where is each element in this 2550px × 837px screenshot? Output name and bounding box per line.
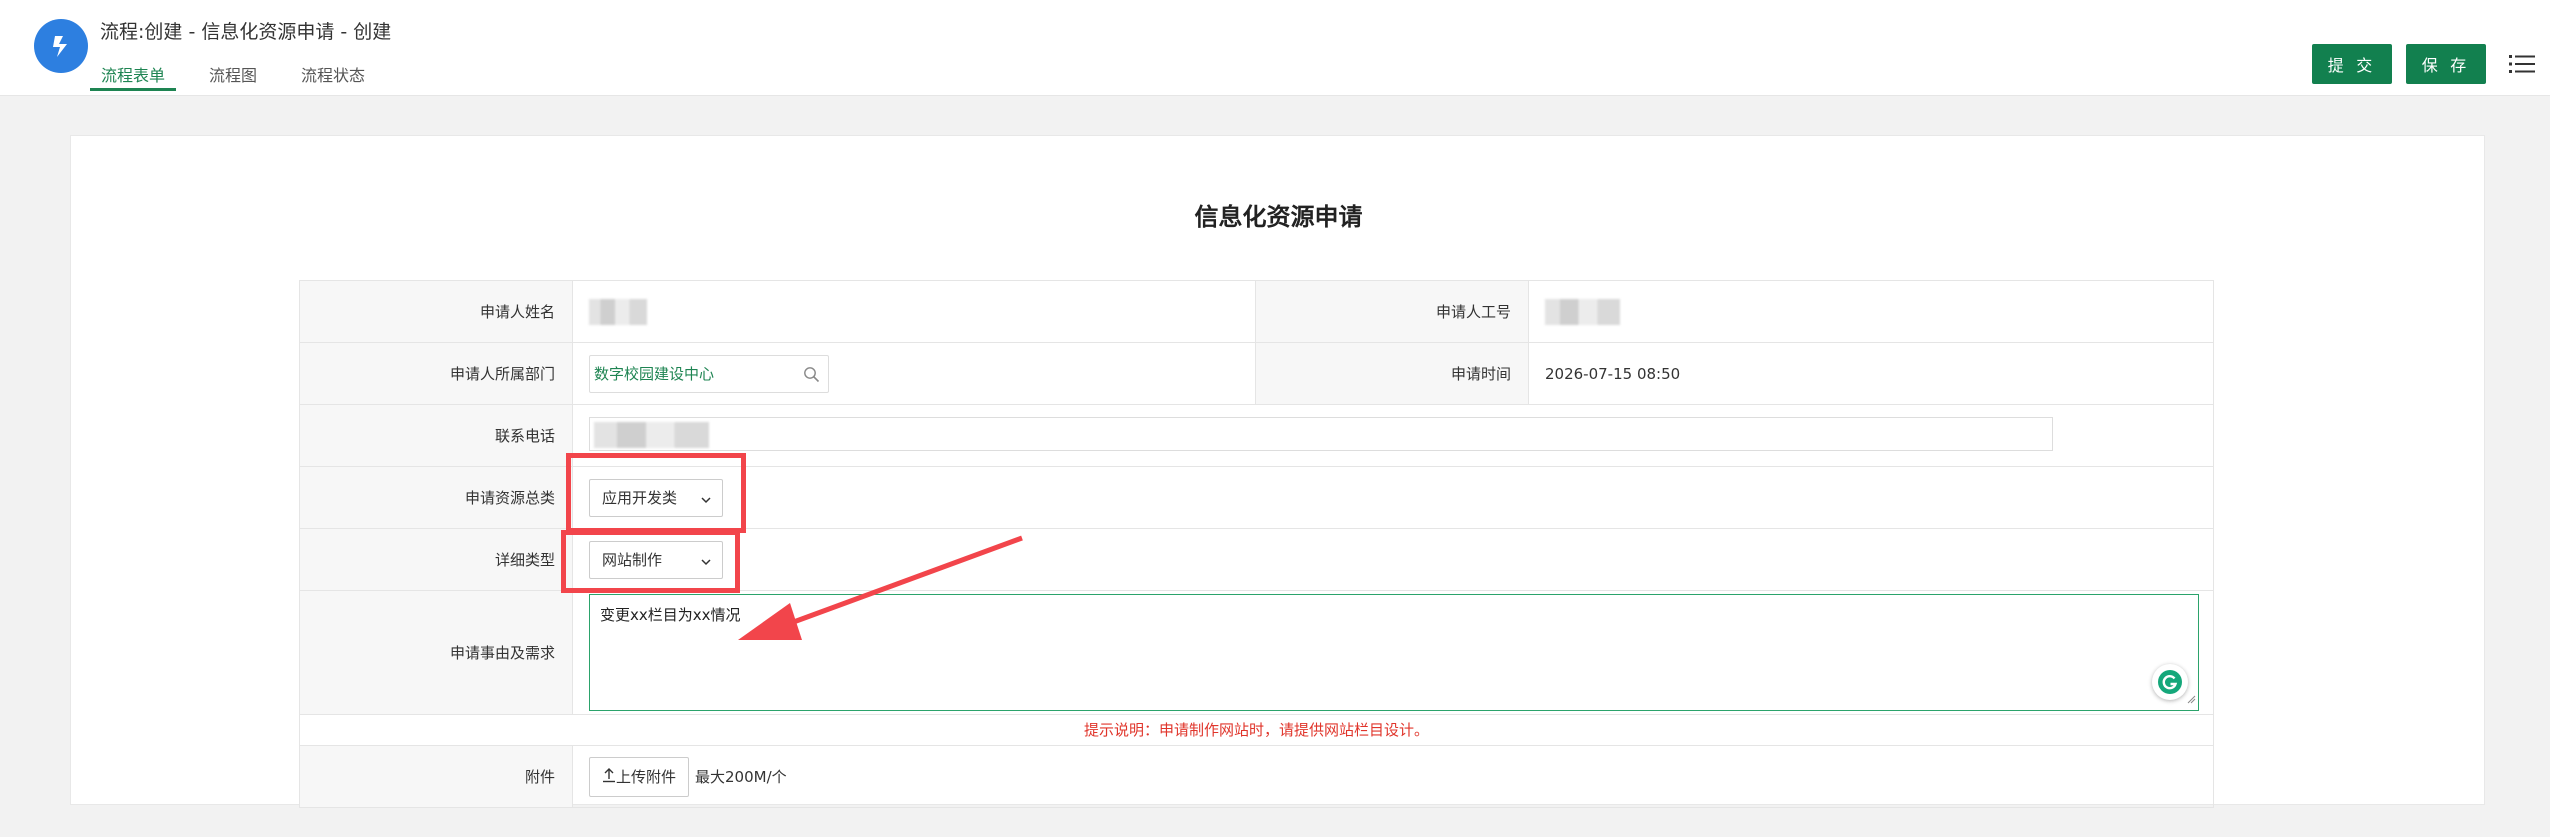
upload-button[interactable]: 上传附件	[589, 756, 690, 797]
department-picker[interactable]: 数字校园建设中心	[589, 354, 829, 393]
phone-label: 联系电话	[300, 405, 573, 466]
resource-category-selected: 应用开发类	[602, 489, 678, 507]
applicant-name-value	[573, 281, 1256, 342]
phone-value	[573, 405, 2214, 466]
row-resource-category: 申请资源总类 应用开发类	[300, 467, 2214, 529]
apply-time-value: 2026-07-15 08:50	[1529, 343, 2214, 404]
detail-type-label: 详细类型	[300, 529, 573, 590]
applicant-id-value	[1529, 281, 2214, 342]
attachment-label: 附件	[300, 746, 573, 807]
attachment-value: 上传附件 最大200M/个	[573, 746, 2214, 807]
row-hint: 提示说明：申请制作网站时，请提供网站栏目设计。	[300, 715, 2214, 746]
detail-type-select[interactable]: 网站制作	[589, 540, 723, 579]
detail-type-selected: 网站制作	[602, 551, 663, 569]
redacted-phone	[594, 422, 709, 448]
apply-time-label: 申请时间	[1256, 343, 1529, 404]
top-bar: 流程:创建 - 信息化资源申请 - 创建 流程表单 流程图 流程状态 提 交 保…	[0, 0, 2550, 96]
save-button[interactable]: 保 存	[2406, 44, 2486, 84]
reason-label: 申请事由及需求	[300, 591, 573, 714]
resource-category-label: 申请资源总类	[300, 467, 573, 528]
submit-button[interactable]: 提 交	[2312, 44, 2392, 84]
row-reason: 申请事由及需求 变更xx栏目为xx情况	[300, 591, 2214, 715]
upload-button-label: 上传附件	[616, 768, 677, 786]
search-icon[interactable]	[803, 366, 820, 387]
tab-form[interactable]: 流程表单	[90, 58, 177, 91]
tab-flowchart[interactable]: 流程图	[198, 58, 268, 91]
resource-category-select[interactable]: 应用开发类	[589, 478, 723, 517]
reason-text: 变更xx栏目为xx情况	[600, 606, 741, 624]
resource-category-value: 应用开发类	[573, 467, 2214, 528]
page-title: 流程:创建 - 信息化资源申请 - 创建	[100, 21, 392, 43]
form-title: 信息化资源申请	[1194, 203, 1363, 231]
attachment-limit: 最大200M/个	[695, 768, 787, 786]
reason-textarea[interactable]: 变更xx栏目为xx情况	[589, 594, 2199, 711]
row-phone: 联系电话	[300, 405, 2214, 467]
row-detail-type: 详细类型 网站制作	[300, 529, 2214, 591]
department-label: 申请人所属部门	[300, 343, 573, 404]
applicant-name-label: 申请人姓名	[300, 281, 573, 342]
form-card: 信息化资源申请 申请人姓名 申请人工号 申请人所属部门 数字校园建设中心 申请时…	[70, 135, 2485, 808]
logo-icon	[34, 19, 88, 73]
redacted-name	[589, 298, 647, 325]
hint-text: 提示说明：申请制作网站时，请提供网站栏目设计。	[1083, 721, 1429, 739]
tab-bar: 流程表单 流程图 流程状态	[90, 58, 398, 95]
tab-status[interactable]: 流程状态	[290, 58, 376, 91]
menu-icon[interactable]	[2509, 53, 2535, 75]
applicant-id-label: 申请人工号	[1256, 281, 1529, 342]
chevron-down-icon	[700, 554, 712, 572]
department-value: 数字校园建设中心	[573, 343, 1256, 404]
grammarly-icon[interactable]	[2152, 664, 2188, 700]
form-grid: 申请人姓名 申请人工号 申请人所属部门 数字校园建设中心 申请时间 2026-0…	[299, 280, 2214, 808]
department-text: 数字校园建设中心	[594, 365, 715, 383]
row-department: 申请人所属部门 数字校园建设中心 申请时间 2026-07-15 08:50	[300, 343, 2214, 405]
detail-type-value: 网站制作	[573, 529, 2214, 590]
row-applicant: 申请人姓名 申请人工号	[300, 281, 2214, 343]
upload-icon	[602, 767, 616, 787]
resize-icon[interactable]	[2186, 690, 2196, 708]
redacted-id	[1545, 298, 1620, 325]
chevron-down-icon	[700, 492, 712, 510]
row-attachment: 附件 上传附件 最大200M/个	[300, 746, 2214, 808]
phone-input[interactable]	[589, 417, 2053, 451]
reason-value: 变更xx栏目为xx情况	[573, 591, 2214, 714]
